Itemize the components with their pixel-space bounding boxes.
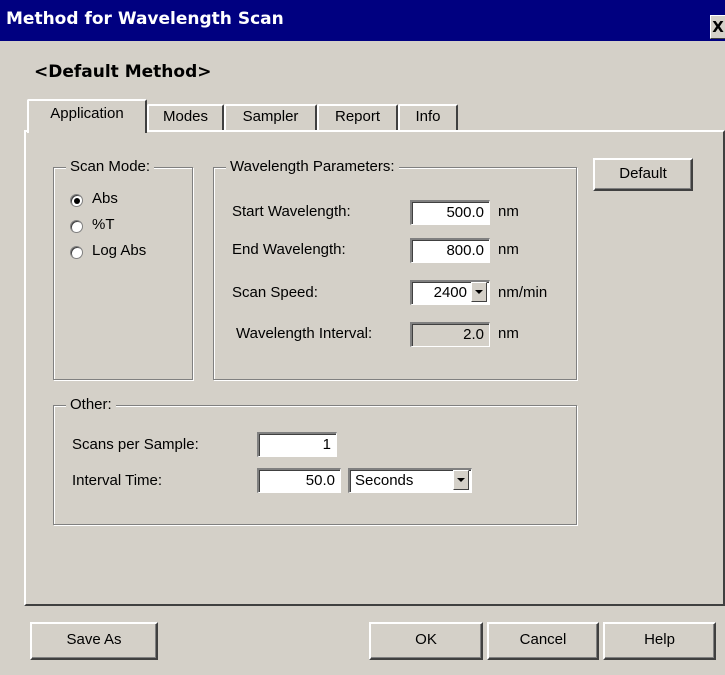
radio-percent-t[interactable] [70,220,83,233]
save-as-button[interactable]: Save As [30,622,158,660]
scan-speed-unit: nm/min [498,284,548,301]
scans-per-sample-input[interactable]: 1 [257,432,337,457]
scans-per-sample-label: Scans per Sample: [72,436,199,453]
radio-abs-label[interactable]: Abs [92,190,118,207]
close-button[interactable]: X [710,15,725,39]
tab-label: Sampler [242,108,299,125]
chevron-down-icon[interactable] [471,282,487,302]
ok-label: OK [415,631,437,648]
dropdown-triangle [475,290,483,294]
chevron-down-icon[interactable] [453,470,469,490]
tab-report[interactable]: Report [317,104,398,132]
tab-label: Application [50,105,124,122]
start-wavelength-input[interactable]: 500.0 [410,200,490,225]
interval-time-input[interactable]: 50.0 [257,468,341,493]
tab-info[interactable]: Info [398,104,458,132]
wavelength-interval-value: 2.0 [410,322,490,347]
end-wavelength-input[interactable]: 800.0 [410,238,490,263]
radio-log-abs[interactable] [70,246,83,259]
start-wavelength-unit: nm [498,203,519,220]
other-group [53,405,577,525]
radio-log-abs-label[interactable]: Log Abs [92,242,146,259]
interval-time-label: Interval Time: [72,472,163,489]
default-button-label: Default [619,165,667,182]
title-bar: Method for Wavelength Scan [0,0,725,41]
default-button[interactable]: Default [593,158,693,191]
help-button[interactable]: Help [603,622,716,660]
end-wavelength-unit: nm [498,241,519,258]
tab-label: Info [415,108,441,125]
radio-abs[interactable] [70,194,83,207]
wavelength-params-title: Wavelength Parameters: [226,158,399,175]
start-wavelength-label: Start Wavelength: [232,203,351,220]
save-as-label: Save As [66,631,122,648]
scan-speed-label: Scan Speed: [232,284,318,301]
radio-dot [74,198,80,204]
window-title: Method for Wavelength Scan [6,9,284,29]
close-icon: X [712,18,724,36]
scan-mode-title: Scan Mode: [66,158,155,175]
other-title: Other: [66,396,116,413]
method-name: <Default Method> [34,62,212,82]
wavelength-params-group [213,167,577,380]
tab-sampler[interactable]: Sampler [224,104,317,132]
dropdown-triangle [457,478,465,482]
tab-application[interactable]: Application [27,99,147,133]
tab-modes[interactable]: Modes [147,104,224,132]
cancel-label: Cancel [519,631,567,648]
tab-panel-application: Scan Mode: Abs %T Log Abs Wavelength Par… [24,130,725,606]
wavelength-interval-label: Wavelength Interval: [236,325,373,342]
wavelength-interval-unit: nm [498,325,519,342]
help-label: Help [644,631,675,648]
ok-button[interactable]: OK [369,622,483,660]
end-wavelength-label: End Wavelength: [232,241,346,258]
tab-label: Modes [162,108,209,125]
tab-label: Report [334,108,381,125]
radio-percent-t-label[interactable]: %T [92,216,115,233]
cancel-button[interactable]: Cancel [487,622,599,660]
